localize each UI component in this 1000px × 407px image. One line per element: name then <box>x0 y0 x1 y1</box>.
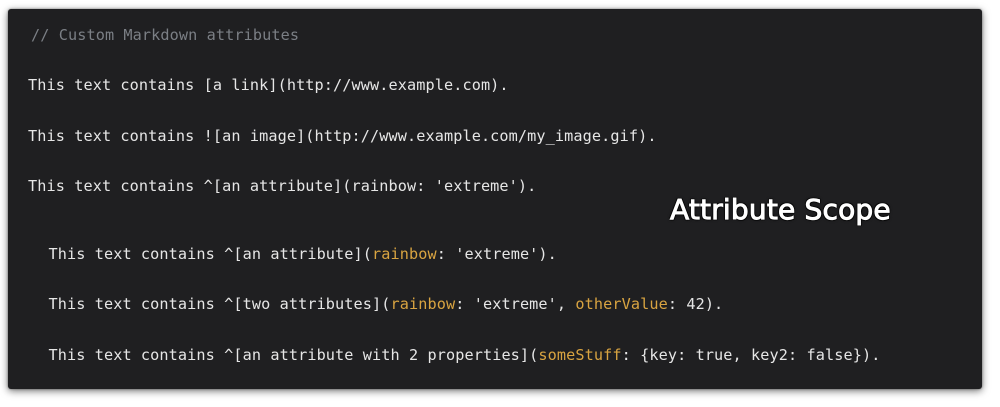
attribute-scope-caption: Attribute Scope <box>670 193 892 227</box>
code-segment-text: : {key: true, key2: false}). <box>621 346 881 364</box>
code-line-link: This text contains [a link](http://www.e… <box>28 76 509 94</box>
code-property-name: rainbow <box>372 245 437 263</box>
code-segment-text: This text contains ^[an attribute]( <box>48 245 373 263</box>
code-property-name: rainbow <box>390 295 456 313</box>
code-line-two-attributes: This text contains ^[two attributes](rai… <box>30 277 724 313</box>
code-segment-text: : 'extreme', <box>455 295 576 313</box>
code-line-attribute-plain: This text contains ^[an attribute](rainb… <box>28 177 537 195</box>
code-segment-text: : 42). <box>667 295 724 313</box>
code-segment-text: : 'extreme'). <box>436 245 557 263</box>
code-comment: // Custom Markdown attributes <box>31 26 300 44</box>
code-property-name: otherValue <box>575 295 668 313</box>
code-line-image: This text contains ![an image](http://ww… <box>28 127 657 145</box>
code-property-name: someStuff <box>538 346 622 364</box>
code-line-attribute-highlighted: This text contains ^[an attribute](rainb… <box>30 227 557 263</box>
code-line-properties: This text contains ^[an attribute with 2… <box>30 328 881 364</box>
code-segment-text: This text contains ^[an attribute with 2… <box>48 346 539 364</box>
code-segment-text: This text contains ^[two attributes]( <box>48 295 391 313</box>
